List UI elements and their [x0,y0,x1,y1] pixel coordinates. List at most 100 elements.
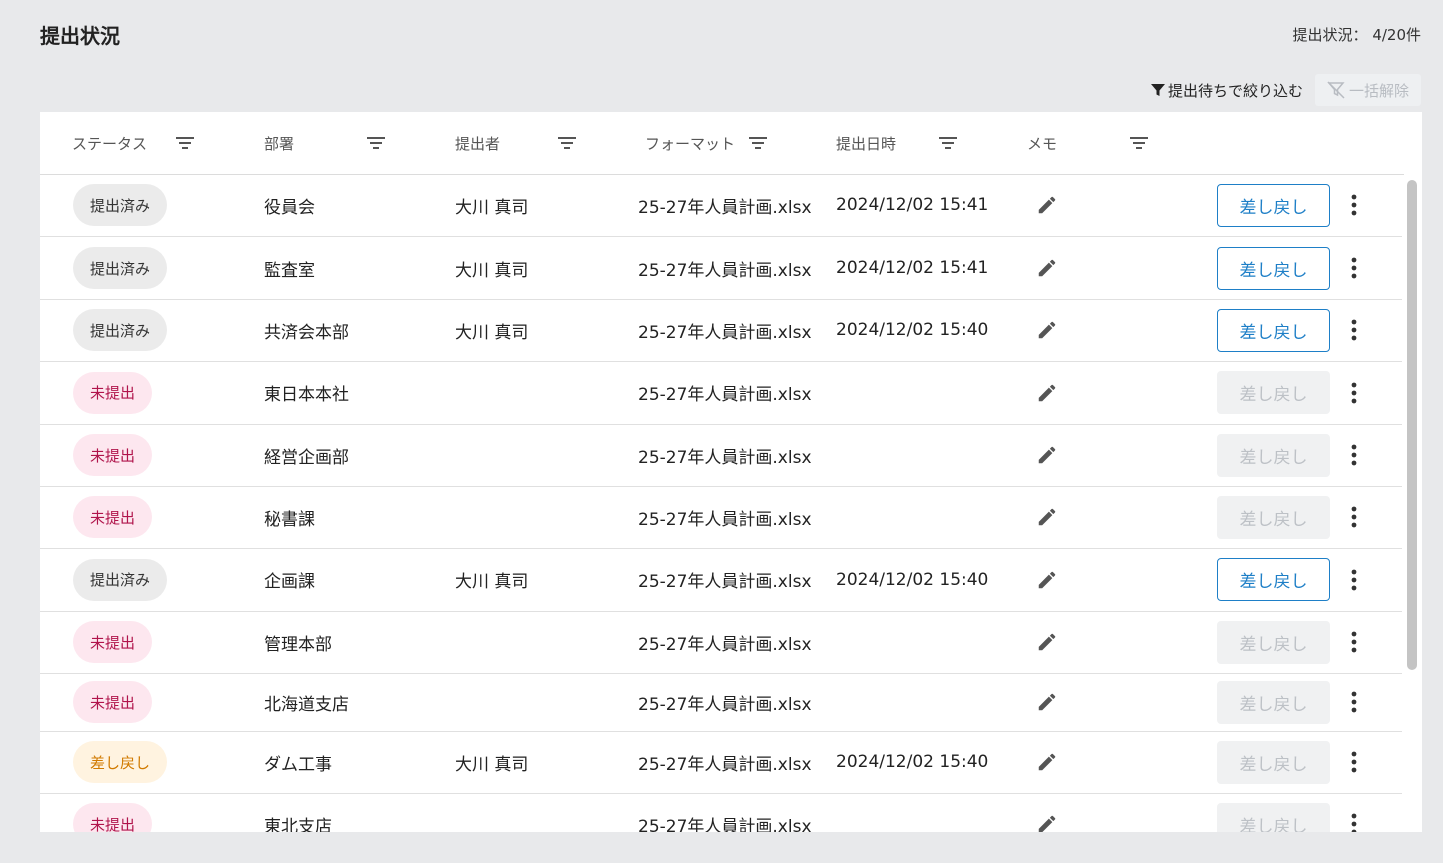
clear-filters-button[interactable]: 一括解除 [1314,74,1421,106]
more-vert-icon[interactable] [1344,505,1364,529]
format-link[interactable]: 25-27年人員計画.xlsx [638,731,812,793]
department-cell: 企画課 [264,572,315,592]
more-vert-icon[interactable] [1344,318,1364,342]
submitted-date-cell: 2024/12/02 15:40 [836,569,989,590]
status-cell: 未提出 [73,486,153,548]
column-header-format: フォーマット [645,112,735,174]
more-cell [1344,299,1364,361]
table-row: 差し戻し ダム工事 大川 真司 25-27年人員計画.xlsx 2024/12/… [40,731,1402,794]
return-button[interactable]: 差し戻し [1217,183,1330,227]
more-vert-icon[interactable] [1344,750,1364,774]
more-vert-icon[interactable] [1344,568,1364,592]
memo-cell [1036,174,1058,236]
filter-pending-label: 提出待ちで絞り込む [1167,81,1303,100]
column-filter-icon[interactable] [558,136,576,150]
submitter-cell: 大川 真司 [455,260,529,281]
memo-cell [1036,731,1058,793]
return-button[interactable]: 差し戻し [1217,433,1330,477]
submitter-cell: 大川 真司 [455,322,529,343]
submission-table: ステータス 部署 提出者 フォーマット 提出日時 メモ 提出済み 役員会 大川 … [40,112,1422,832]
edit-memo-icon[interactable] [1036,444,1058,466]
more-vert-icon[interactable] [1344,381,1364,405]
status-badge: 未提出 [73,621,153,663]
status-badge: 未提出 [73,803,153,832]
action-cell: 差し戻し [1217,424,1330,486]
table-row: 提出済み 企画課 大川 真司 25-27年人員計画.xlsx 2024/12/0… [40,548,1402,612]
format-link[interactable]: 25-27年人員計画.xlsx [638,611,812,673]
more-cell [1344,486,1364,548]
more-cell [1344,237,1364,299]
table-row: 未提出 東日本本社 25-27年人員計画.xlsx 差し戻し [40,361,1402,425]
column-filter-icon[interactable] [367,136,385,150]
column-filter-icon[interactable] [749,136,767,150]
column-label: 提出者 [455,134,501,153]
format-link[interactable]: 25-27年人員計画.xlsx [638,548,812,611]
department-cell: ダム工事 [264,754,332,775]
return-button[interactable]: 差し戻し [1217,308,1330,352]
submitted-date-cell: 2024/12/02 15:41 [836,258,989,278]
format-link[interactable]: 25-27年人員計画.xlsx [638,424,812,486]
submitted-date-cell: 2024/12/02 15:41 [836,195,989,215]
edit-memo-icon[interactable] [1036,691,1058,713]
action-cell: 差し戻し [1217,174,1330,236]
format-link[interactable]: 25-27年人員計画.xlsx [638,237,812,299]
action-cell: 差し戻し [1217,486,1330,548]
more-vert-icon[interactable] [1344,256,1364,280]
format-link[interactable]: 25-27年人員計画.xlsx [638,673,812,731]
column-filter-icon[interactable] [176,136,194,150]
more-vert-icon[interactable] [1344,812,1364,832]
edit-memo-icon[interactable] [1036,569,1058,591]
more-vert-icon[interactable] [1344,443,1364,467]
edit-memo-icon[interactable] [1036,506,1058,528]
return-button[interactable]: 差し戻し [1217,680,1330,724]
more-vert-icon[interactable] [1344,193,1364,217]
status-badge: 提出済み [73,184,168,226]
column-header-date: 提出日時 [836,112,896,174]
action-cell: 差し戻し [1217,237,1330,299]
status-badge: 未提出 [73,681,153,723]
return-button[interactable]: 差し戻し [1217,246,1330,290]
edit-memo-icon[interactable] [1036,382,1058,404]
status-cell: 未提出 [73,673,153,731]
table-row: 提出済み 役員会 大川 真司 25-27年人員計画.xlsx 2024/12/0… [40,174,1402,237]
edit-memo-icon[interactable] [1036,751,1058,773]
edit-memo-icon[interactable] [1036,813,1058,832]
memo-cell [1036,611,1058,673]
department-cell: 共済会本部 [264,322,349,343]
memo-cell [1036,793,1058,832]
status-cell: 未提出 [73,611,153,673]
format-link[interactable]: 25-27年人員計画.xlsx [638,361,812,424]
column-label: 部署 [264,134,295,153]
format-link[interactable]: 25-27年人員計画.xlsx [638,174,812,236]
edit-memo-icon[interactable] [1036,319,1058,341]
edit-memo-icon[interactable] [1036,257,1058,279]
edit-memo-icon[interactable] [1036,194,1058,216]
filter-pending-button[interactable]: 提出待ちで絞り込む [1150,80,1303,101]
page-title: 提出状況 [40,24,120,48]
more-vert-icon[interactable] [1344,690,1364,714]
scrollbar-thumb[interactable] [1407,180,1417,670]
submitter-cell: 大川 真司 [455,572,529,592]
format-link[interactable]: 25-27年人員計画.xlsx [638,299,812,361]
department-cell: 東北支店 [264,816,332,833]
table-row: 提出済み 共済会本部 大川 真司 25-27年人員計画.xlsx 2024/12… [40,299,1402,362]
return-button[interactable]: 差し戻し [1217,620,1330,664]
submitter-cell: 大川 真司 [455,197,529,218]
more-vert-icon[interactable] [1344,630,1364,654]
column-header-department: 部署 [264,112,294,174]
return-button[interactable]: 差し戻し [1217,495,1330,539]
column-filter-icon[interactable] [1130,136,1148,150]
status-cell: 提出済み [73,237,168,299]
action-cell: 差し戻し [1217,299,1330,361]
edit-memo-icon[interactable] [1036,631,1058,653]
status-cell: 提出済み [73,174,168,236]
return-button[interactable]: 差し戻し [1217,371,1330,414]
more-cell [1344,174,1364,236]
return-button[interactable]: 差し戻し [1217,802,1330,832]
return-button[interactable]: 差し戻し [1217,740,1330,784]
format-link[interactable]: 25-27年人員計画.xlsx [638,793,812,833]
column-filter-icon[interactable] [939,136,957,150]
return-button[interactable]: 差し戻し [1217,558,1330,601]
format-link[interactable]: 25-27年人員計画.xlsx [638,486,812,548]
memo-cell [1036,486,1058,548]
